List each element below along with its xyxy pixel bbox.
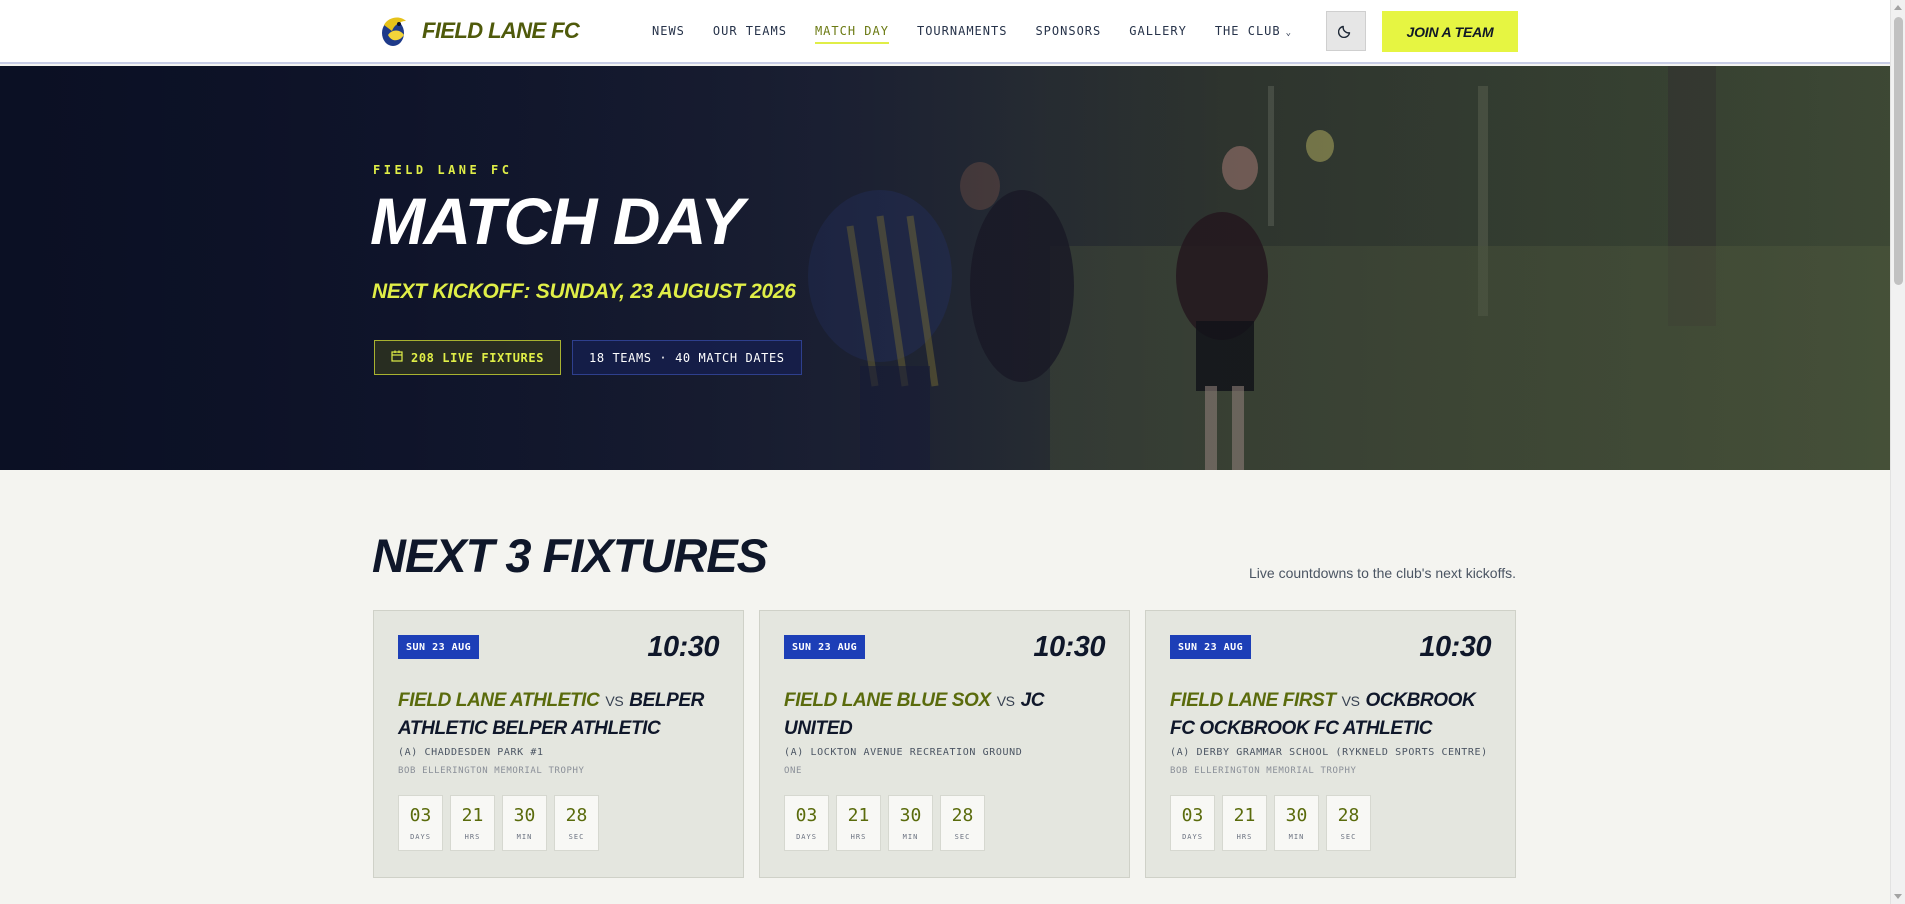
teams-dates-badge: 18 TEAMS · 40 MATCH DATES xyxy=(572,340,802,375)
home-team: FIELD LANE ATHLETIC xyxy=(398,690,600,711)
countdown-days: 03 DAYS xyxy=(398,795,443,851)
nav-item-news[interactable]: NEWS xyxy=(652,24,685,44)
page-scrollbar[interactable] xyxy=(1890,0,1905,904)
versus-label: VS xyxy=(1341,693,1360,709)
countdown-hours: 21 HRS xyxy=(450,795,495,851)
nav-item-tournaments[interactable]: TOURNAMENTS xyxy=(917,24,1007,44)
nav-item-sponsors[interactable]: SPONSORS xyxy=(1035,24,1101,44)
live-fixtures-label: 208 LIVE FIXTURES xyxy=(411,350,545,365)
fixtures-section-title: NEXT 3 FIXTURES xyxy=(372,529,768,582)
fixture-date-badge: SUN 23 AUG xyxy=(398,635,480,659)
countdown-timer: 03 DAYS 21 HRS 30 MIN 28 SEC xyxy=(1170,795,1371,851)
site-header: FIELD LANE FC NEWS OUR TEAMS MATCH DAY T… xyxy=(0,0,1890,64)
nav-item-gallery[interactable]: GALLERY xyxy=(1129,24,1187,44)
countdown-unit: HRS xyxy=(1236,833,1253,841)
fixture-kickoff-time: 10:30 xyxy=(1033,631,1105,663)
countdown-value: 21 xyxy=(1233,805,1256,826)
fixture-date-badge: SUN 23 AUG xyxy=(784,635,866,659)
fixture-card[interactable]: SUN 23 AUG 10:30 FIELD LANE BLUE SOX VS JC… xyxy=(759,610,1130,878)
fixture-venue: (A) LOCKTON AVENUE RECREATION GROUND xyxy=(784,747,1023,758)
countdown-value: 30 xyxy=(1285,805,1308,826)
countdown-unit: SEC xyxy=(954,833,971,841)
countdown-minutes: 30 MIN xyxy=(1274,795,1319,851)
countdown-unit: DAYS xyxy=(796,833,817,841)
countdown-unit: HRS xyxy=(850,833,867,841)
fixture-card[interactable]: SUN 23 AUG 10:30 FIELD LANE ATHLETIC VS BE… xyxy=(373,610,744,878)
fixture-matchup: FIELD LANE ATHLETIC VS BELPER ATHLETIC BEL… xyxy=(398,687,728,743)
countdown-minutes: 30 MIN xyxy=(502,795,547,851)
countdown-value: 21 xyxy=(847,805,870,826)
fixture-date-badge: SUN 23 AUG xyxy=(1170,635,1252,659)
hero-banner: FIELD LANE FC MATCH DAY NEXT KICKOFF: SU… xyxy=(0,66,1890,470)
main-nav: NEWS OUR TEAMS MATCH DAY TOURNAMENTS SPO… xyxy=(652,24,1292,44)
fixture-matchup: FIELD LANE BLUE SOX VS JC UNITED xyxy=(784,687,1114,743)
countdown-unit: DAYS xyxy=(410,833,431,841)
countdown-value: 30 xyxy=(899,805,922,826)
countdown-unit: MIN xyxy=(902,833,919,841)
versus-label: VS xyxy=(605,693,624,709)
fixture-kickoff-time: 10:30 xyxy=(647,631,719,663)
scrollbar-thumb[interactable] xyxy=(1894,17,1903,285)
countdown-days: 03 DAYS xyxy=(784,795,829,851)
countdown-value: 30 xyxy=(513,805,536,826)
countdown-value: 03 xyxy=(409,805,432,826)
countdown-unit: SEC xyxy=(568,833,585,841)
live-fixtures-badge[interactable]: 208 LIVE FIXTURES xyxy=(374,340,562,375)
chevron-down-icon: ⌄ xyxy=(1285,28,1293,38)
countdown-days: 03 DAYS xyxy=(1170,795,1215,851)
scroll-down-arrow-icon[interactable] xyxy=(1894,894,1902,899)
fixture-kickoff-time: 10:30 xyxy=(1419,631,1491,663)
countdown-unit: MIN xyxy=(1288,833,1305,841)
fixture-matchup: FIELD LANE FIRST VS OCKBROOK FC OCKBROOK F… xyxy=(1170,687,1500,743)
hero-overlay xyxy=(0,66,1890,470)
countdown-seconds: 28 SEC xyxy=(554,795,599,851)
nav-item-match-day[interactable]: MATCH DAY xyxy=(814,24,889,44)
fixture-venue: (A) CHADDESDEN PARK #1 xyxy=(398,747,544,758)
countdown-hours: 21 HRS xyxy=(1222,795,1267,851)
countdown-hours: 21 HRS xyxy=(836,795,881,851)
join-a-team-button[interactable]: JOIN A TEAM xyxy=(1382,11,1518,52)
versus-label: VS xyxy=(996,693,1015,709)
countdown-timer: 03 DAYS 21 HRS 30 MIN 28 SEC xyxy=(398,795,599,851)
countdown-seconds: 28 SEC xyxy=(1326,795,1371,851)
fixture-card[interactable]: SUN 23 AUG 10:30 FIELD LANE FIRST VS OCKBR… xyxy=(1145,610,1516,878)
countdown-value: 28 xyxy=(1337,805,1360,826)
fixtures-section-subtitle: Live countdowns to the club's next kicko… xyxy=(1249,565,1517,581)
countdown-value: 03 xyxy=(1181,805,1204,826)
countdown-seconds: 28 SEC xyxy=(940,795,985,851)
fixture-competition: BOB ELLERINGTON MEMORIAL TROPHY xyxy=(1170,766,1357,776)
next-kickoff-text: NEXT KICKOFF: SUNDAY, 23 AUGUST 2026 xyxy=(372,280,796,303)
nav-item-our-teams[interactable]: OUR TEAMS xyxy=(713,24,787,44)
fixture-competition: BOB ELLERINGTON MEMORIAL TROPHY xyxy=(398,766,585,776)
fixture-competition: ONE xyxy=(784,766,803,776)
countdown-unit: MIN xyxy=(516,833,533,841)
hero-eyebrow: FIELD LANE FC xyxy=(373,163,513,177)
calendar-icon xyxy=(391,350,403,365)
countdown-unit: HRS xyxy=(464,833,481,841)
club-name: FIELD LANE FC xyxy=(422,18,580,43)
home-team: FIELD LANE BLUE SOX xyxy=(784,690,991,711)
fixture-venue: (A) DERBY GRAMMAR SCHOOL (RYKNELD SPORTS… xyxy=(1170,747,1488,758)
countdown-value: 21 xyxy=(461,805,484,826)
home-team: FIELD LANE FIRST xyxy=(1170,690,1336,711)
countdown-unit: DAYS xyxy=(1182,833,1203,841)
club-crest-icon xyxy=(378,13,410,49)
moon-icon xyxy=(1337,22,1354,41)
countdown-value: 03 xyxy=(795,805,818,826)
countdown-minutes: 30 MIN xyxy=(888,795,933,851)
countdown-timer: 03 DAYS 21 HRS 30 MIN 28 SEC xyxy=(784,795,985,851)
page-title: MATCH DAY xyxy=(370,184,744,258)
nav-item-the-club[interactable]: THE CLUB ⌄ xyxy=(1215,24,1292,44)
scroll-up-arrow-icon[interactable] xyxy=(1894,5,1902,10)
club-logo[interactable]: FIELD LANE FC xyxy=(378,13,580,49)
countdown-value: 28 xyxy=(951,805,974,826)
countdown-value: 28 xyxy=(565,805,588,826)
nav-item-the-club-label: THE CLUB xyxy=(1214,24,1281,38)
countdown-unit: SEC xyxy=(1340,833,1357,841)
theme-toggle-button[interactable] xyxy=(1326,11,1366,51)
